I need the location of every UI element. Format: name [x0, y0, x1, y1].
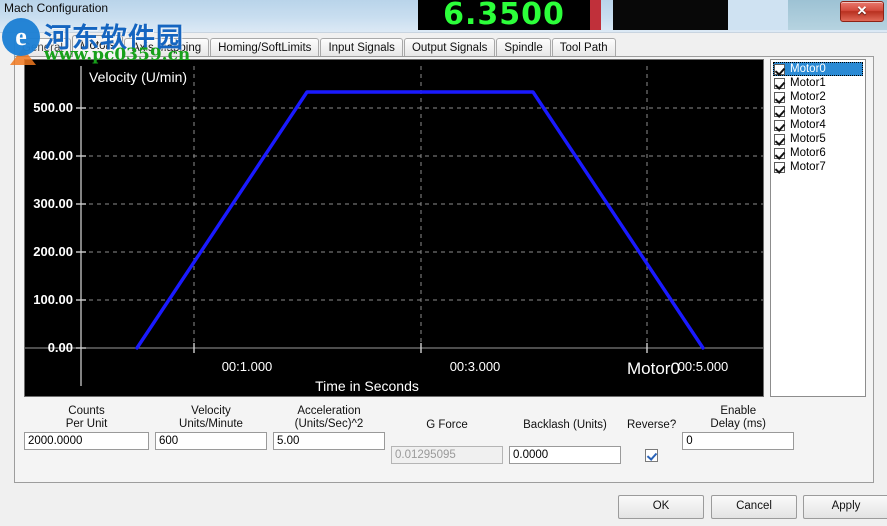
- motor-list-item[interactable]: Motor7: [773, 160, 863, 174]
- field-counts-per-unit: Counts Per Unit: [24, 405, 149, 464]
- reverse-checkbox[interactable]: [645, 448, 659, 462]
- cancel-button[interactable]: Cancel: [711, 495, 797, 519]
- counts-per-unit-input[interactable]: [24, 432, 149, 450]
- motor-enable-checkbox[interactable]: [774, 105, 785, 117]
- chart-series-annotation: Motor0: [627, 359, 680, 378]
- g-force-input: [391, 446, 503, 464]
- field-label: Backlash (Units): [523, 419, 607, 431]
- backlash-input[interactable]: [509, 446, 621, 464]
- velocity-profile-chart: Velocity (U/min) 0.00 100.00 200.00 300.…: [24, 59, 764, 397]
- dro-readout: 6.3500: [418, 0, 590, 30]
- field-label: G Force: [426, 419, 468, 431]
- motor-enable-checkbox[interactable]: [774, 147, 785, 159]
- motor-enable-checkbox[interactable]: [774, 91, 785, 103]
- motor-parameters-row: Counts Per Unit Velocity Units/Minute Ac…: [24, 405, 795, 464]
- chart-y-tick-label: 0.00: [48, 340, 73, 355]
- tab-input-signals[interactable]: Input Signals: [320, 38, 403, 57]
- motor-label: Motor4: [790, 119, 826, 131]
- enable-delay-input[interactable]: [682, 432, 795, 450]
- chart-x-tick-label: 00:1.000: [222, 359, 273, 374]
- chart-y-tick-label: 100.00: [33, 292, 73, 307]
- chart-x-tick-label: 00:3.000: [450, 359, 501, 374]
- motor-list-item[interactable]: Motor0: [773, 62, 863, 76]
- velocity-input[interactable]: [155, 432, 267, 450]
- tab-spindle[interactable]: Spindle: [496, 38, 551, 57]
- motor-list-item[interactable]: Motor1: [773, 76, 863, 90]
- field-g-force: G Force: [391, 405, 503, 464]
- chart-x-tick-label: 00:5.000: [678, 359, 729, 374]
- tab-bar: General Motors Axis Mapping Homing/SoftLimi…: [14, 35, 617, 57]
- tab-axis-mapping[interactable]: Axis Mapping: [124, 38, 210, 57]
- reverse-checkbox-wrapper[interactable]: [627, 446, 676, 464]
- field-acceleration: Acceleration (Units/Sec)^2: [273, 405, 385, 464]
- motor-enable-checkbox[interactable]: [774, 119, 785, 131]
- background-light-band: [728, 0, 788, 30]
- page-title: Mach Configuration: [4, 1, 109, 15]
- field-label: Velocity Units/Minute: [179, 405, 243, 430]
- chart-title: Velocity (U/min): [89, 69, 187, 85]
- motor-list-item[interactable]: Motor5: [773, 132, 863, 146]
- mach-configuration-dialog: General Motors Axis Mapping Homing/SoftLimi…: [0, 32, 887, 526]
- motor-enable-checkbox[interactable]: [774, 63, 785, 75]
- background-red-band: [590, 0, 601, 30]
- motor-label: Motor2: [790, 91, 826, 103]
- motor-label: Motor0: [790, 63, 826, 75]
- motor-label: Motor6: [790, 147, 826, 159]
- field-label: Acceleration (Units/Sec)^2: [294, 405, 364, 430]
- tab-motors[interactable]: Motors: [71, 35, 124, 57]
- close-icon[interactable]: ✕: [840, 1, 884, 22]
- dialog-button-row: OK Cancel Apply: [0, 495, 887, 525]
- motor-list-item[interactable]: Motor6: [773, 146, 863, 160]
- motor-label: Motor7: [790, 161, 826, 173]
- chart-svg: Velocity (U/min) 0.00 100.00 200.00 300.…: [25, 60, 763, 396]
- motor-list[interactable]: Motor0 Motor1 Motor2 Motor3 Motor4 Motor5 Moto…: [770, 59, 866, 397]
- tab-tool-path[interactable]: Tool Path: [551, 38, 616, 57]
- chart-x-axis-label: Time in Seconds: [315, 378, 419, 394]
- motor-list-item[interactable]: Motor4: [773, 118, 863, 132]
- field-label: Reverse?: [627, 419, 677, 431]
- field-enable-delay: Enable Delay (ms): [682, 405, 795, 464]
- apply-button[interactable]: Apply: [803, 495, 887, 519]
- motor-enable-checkbox[interactable]: [774, 161, 785, 173]
- field-label: Enable Delay (ms): [710, 405, 767, 430]
- motor-label: Motor1: [790, 77, 826, 89]
- motor-enable-checkbox[interactable]: [774, 77, 785, 89]
- field-reverse: Reverse?: [627, 405, 676, 464]
- chart-y-tick-label: 300.00: [33, 196, 73, 211]
- chart-y-tick-label: 500.00: [33, 100, 73, 115]
- background-window-strip: 6.3500 ✕: [0, 0, 887, 32]
- chart-y-tick-label: 400.00: [33, 148, 73, 163]
- tab-general[interactable]: General: [14, 38, 71, 57]
- motors-tab-panel: Velocity (U/min) 0.00 100.00 200.00 300.…: [14, 56, 874, 483]
- background-black-band: [613, 0, 728, 30]
- field-backlash: Backlash (Units): [509, 405, 621, 464]
- tab-output-signals[interactable]: Output Signals: [403, 38, 496, 57]
- motor-list-item[interactable]: Motor2: [773, 90, 863, 104]
- motor-label: Motor3: [790, 105, 826, 117]
- field-velocity: Velocity Units/Minute: [155, 405, 267, 464]
- field-label: Counts Per Unit: [65, 405, 108, 430]
- chart-y-tick-label: 200.00: [33, 244, 73, 259]
- motor-enable-checkbox[interactable]: [774, 133, 785, 145]
- acceleration-input[interactable]: [273, 432, 385, 450]
- motor-list-item[interactable]: Motor3: [773, 104, 863, 118]
- tab-homing-softlimits[interactable]: Homing/SoftLimits: [210, 38, 320, 57]
- motor-label: Motor5: [790, 133, 826, 145]
- ok-button[interactable]: OK: [618, 495, 704, 519]
